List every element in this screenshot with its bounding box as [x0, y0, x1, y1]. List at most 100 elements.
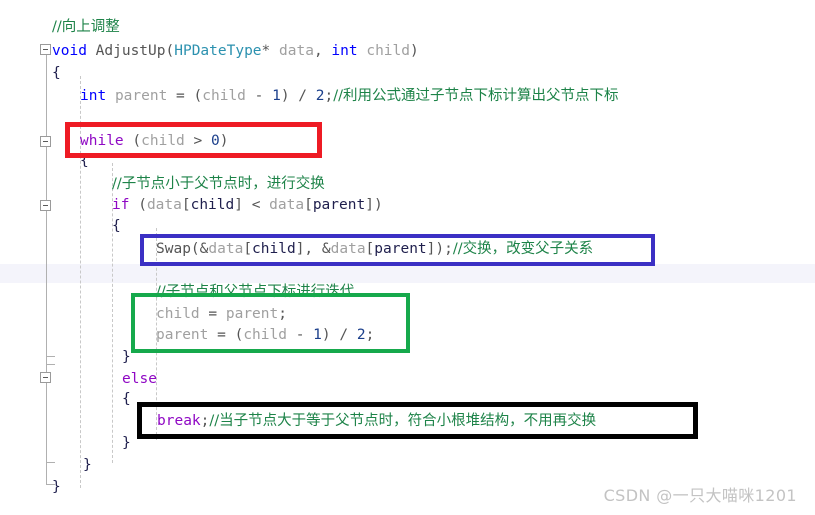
line-else-token-0: else [122, 371, 157, 387]
line-func-signature-token-5: * [261, 43, 280, 59]
line-else-open-brace-token-0: { [122, 391, 131, 407]
line-else[interactable]: else [122, 370, 157, 389]
line-while-token-1: ( [123, 133, 142, 149]
line-int-parent-token-2: parent [114, 88, 168, 104]
line-func-signature-token-3: ( [165, 43, 175, 59]
line-int-parent-token-1 [106, 88, 115, 104]
line-while-token-0: while [80, 133, 124, 149]
line-int-parent-token-9: ; [324, 88, 334, 104]
line-while-token-5: ) [219, 133, 229, 149]
fold-tick-if-end [46, 356, 55, 357]
line-parent-assign-token-6: 2 [356, 327, 366, 343]
line-child-assign[interactable]: child = parent; [156, 305, 287, 324]
fold-rail-inner [46, 147, 47, 467]
line-while-open-brace-token-0: { [80, 153, 89, 169]
line-break-token-0: break [157, 413, 201, 429]
line-if-close-brace[interactable]: } [122, 348, 131, 367]
line-if-token-8: parent [312, 197, 366, 213]
line-while[interactable]: while (child > 0) [80, 132, 228, 151]
line-while-token-3: > [184, 133, 211, 149]
line-comment-swap-when-smaller-token-0: //子节点小于父节点时，进行交换 [112, 176, 325, 192]
line-func-signature-token-2: AdjustUp [95, 43, 166, 59]
line-int-parent-token-10: //利用公式通过子节点下标计算出父节点下标 [333, 88, 619, 104]
line-swap-call-token-6: data [330, 241, 366, 257]
line-else-close-brace[interactable]: } [122, 434, 131, 453]
line-func-signature-token-8: int [331, 43, 358, 59]
line-swap-call-token-9: ]); [426, 241, 453, 257]
line-if-token-6: data [269, 197, 305, 213]
line-int-parent-token-8: 2 [315, 88, 325, 104]
line-func-signature-token-6: data [279, 43, 314, 59]
line-swap-call-token-7: [ [365, 241, 375, 257]
line-if-token-3: [ [181, 197, 191, 213]
line-if-token-1: ( [129, 197, 147, 213]
line-func-close-brace-token-0: } [52, 479, 61, 495]
code-editor-canvas[interactable]: //向上调整 void AdjustUp(HPDateType* data, in… [0, 0, 815, 515]
line-child-assign-token-0: child [156, 306, 200, 322]
line-while-close-brace-token-0: } [83, 457, 92, 473]
fold-marker-function[interactable] [40, 44, 51, 55]
line-int-parent-token-6: 1 [272, 88, 281, 104]
line-if-token-9: ]) [365, 197, 383, 213]
line-func-signature-token-0: void [52, 43, 87, 59]
line-while-token-2: child [141, 133, 185, 149]
line-swap-call-token-2: data [208, 241, 244, 257]
line-swap-call-token-0: Swap [156, 241, 191, 257]
line-swap-call-token-10: //交换，改变父子关系 [452, 241, 594, 257]
line-comment-swap-when-smaller[interactable]: //子节点小于父节点时，进行交换 [112, 175, 325, 194]
line-func-close-brace[interactable]: } [52, 478, 61, 497]
line-if[interactable]: if (data[child] < data[parent]) [112, 196, 383, 215]
line-if-close-brace-token-0: } [122, 349, 131, 365]
line-func-signature-token-7: , [313, 43, 332, 59]
fold-tick-else-top [46, 364, 55, 365]
line-swap-call-token-1: (& [190, 241, 209, 257]
line-if-token-7: [ [304, 197, 313, 213]
line-swap-call-token-4: child [252, 241, 296, 257]
fold-marker-if[interactable] [40, 200, 51, 211]
line-int-parent-token-4: child [202, 88, 246, 104]
line-while-token-4: 0 [210, 133, 220, 149]
line-while-open-brace[interactable]: { [80, 152, 89, 171]
line-int-parent-token-3: = ( [167, 88, 203, 104]
line-func-signature-token-11: ) [410, 43, 419, 59]
line-int-parent-token-5: - [245, 88, 273, 104]
line-func-open-brace[interactable]: { [52, 64, 61, 83]
line-else-close-brace-token-0: } [122, 435, 131, 451]
current-line-band [0, 264, 815, 283]
line-comment-iterate-indices-token-0: //子节点和父节点下标进行迭代 [156, 284, 355, 300]
line-if-token-2: data [146, 197, 182, 213]
line-if-open-brace[interactable]: { [112, 217, 121, 236]
line-child-assign-token-3: ; [278, 306, 287, 322]
line-if-token-5: ] < [234, 197, 270, 213]
line-parent-assign-token-4: 1 [313, 327, 322, 343]
line-func-signature-token-1 [87, 43, 96, 59]
line-parent-assign-token-3: - [286, 327, 314, 343]
fold-marker-while[interactable] [40, 136, 51, 147]
line-break-token-2: //当子节点大于等于父节点时，符合小根堆结构，不用再交换 [209, 413, 597, 429]
line-int-parent-token-0: int [80, 88, 107, 104]
line-parent-assign-token-2: child [243, 327, 287, 343]
line-func-signature[interactable]: void AdjustUp(HPDateType* data, int chil… [52, 42, 419, 61]
line-int-parent[interactable]: int parent = (child - 1) / 2;//利用公式通过子节点… [80, 87, 619, 106]
fold-tick-while-end [46, 462, 55, 463]
line-parent-assign-token-7: ; [365, 327, 375, 343]
line-comment-iterate-indices[interactable]: //子节点和父节点下标进行迭代 [156, 283, 354, 302]
line-func-signature-token-10: child [366, 43, 410, 59]
line-comment-adjust-up[interactable]: //向上调整 [52, 18, 120, 37]
line-swap-call[interactable]: Swap(&data[child], &data[parent]);//交换，改… [156, 240, 593, 259]
fold-marker-else[interactable] [40, 372, 51, 383]
line-parent-assign-token-1: = ( [208, 327, 244, 343]
line-swap-call-token-3: [ [243, 241, 253, 257]
line-while-close-brace[interactable]: } [83, 456, 92, 475]
line-child-assign-token-2: parent [225, 306, 279, 322]
line-break[interactable]: break;//当子节点大于等于父节点时，符合小根堆结构，不用再交换 [157, 412, 596, 431]
line-parent-assign-token-5: ) / [321, 327, 357, 343]
line-if-token-4: child [190, 197, 235, 213]
line-func-open-brace-token-0: { [52, 65, 61, 81]
csdn-watermark: CSDN @一只大喵咪1201 [603, 486, 797, 505]
line-else-open-brace[interactable]: { [122, 390, 131, 409]
line-child-assign-token-1: = [199, 306, 226, 322]
line-func-signature-token-4: HPDateType [174, 43, 262, 59]
line-if-open-brace-token-0: { [112, 218, 121, 234]
line-parent-assign[interactable]: parent = (child - 1) / 2; [156, 326, 374, 345]
